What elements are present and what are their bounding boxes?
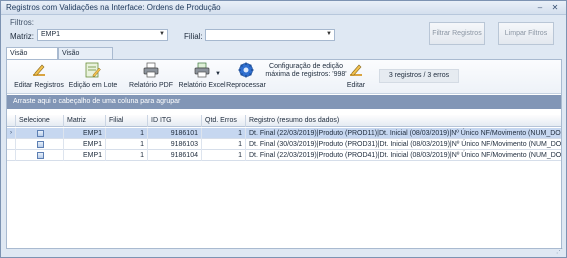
printer-icon (143, 62, 159, 78)
records-status-badge: 3 registros / 3 erros (379, 69, 459, 83)
table-row[interactable]: EMP1 1 9186103 1 Dt. Final (30/03/2019)|Prod… (7, 139, 561, 150)
filial-combo[interactable]: ▼ (205, 29, 335, 41)
batch-edit-button[interactable]: Edição em Lote (67, 62, 119, 92)
chevron-down-icon: ▼ (159, 31, 165, 37)
resize-grip-icon[interactable]: ⋰ (556, 247, 564, 255)
main-panel: Editar Registros Edição em Lote Relatóri… (6, 59, 562, 249)
select-checkbox-cell[interactable] (15, 150, 63, 161)
column-header-matriz[interactable]: Matriz (63, 115, 105, 127)
registro-cell: Dt. Final (22/03/2019)|Produto (PROD11)|… (245, 128, 561, 139)
grid-header: Selecione Matriz Filial ID ITG Qtd. Erro… (7, 115, 561, 127)
table-row[interactable]: EMP1 1 9186104 1 Dt. Final (22/03/2019)|Prod… (7, 150, 561, 161)
gear-icon (238, 62, 254, 78)
clear-filters-button[interactable]: Limpar Filtros (498, 22, 554, 45)
row-indicator-icon (7, 150, 15, 161)
close-button[interactable]: ✕ (550, 3, 560, 13)
excel-printer-icon (194, 62, 210, 78)
qtd-erros-cell: 1 (201, 139, 245, 150)
filial-cell: 1 (105, 139, 147, 150)
filter-records-button[interactable]: Filtrar Registros (429, 22, 485, 45)
row-checkbox[interactable] (36, 130, 44, 137)
qtd-erros-cell: 1 (201, 150, 245, 161)
edit-records-label: Editar Registros (14, 82, 64, 89)
registro-cell: Dt. Final (22/03/2019)|Produto (PROD41)|… (245, 150, 561, 161)
matriz-value: EMP1 (41, 31, 61, 38)
filters-title: Filtros: (10, 18, 34, 27)
excel-dropdown-icon[interactable]: ▼ (215, 71, 221, 77)
select-checkbox-cell[interactable] (15, 139, 63, 150)
matriz-label: Matriz: (10, 32, 34, 41)
excel-report-button[interactable]: Relatório Excel (175, 62, 229, 92)
column-header-id-itg[interactable]: ID ITG (147, 115, 201, 127)
batch-edit-label: Edição em Lote (68, 82, 118, 89)
column-header-qtd-erros[interactable]: Qtd. Erros (201, 115, 245, 127)
id-itg-cell: 9186104 (147, 150, 201, 161)
select-checkbox-cell[interactable] (15, 128, 63, 139)
filial-label: Filial: (184, 32, 203, 41)
row-checkbox[interactable] (36, 141, 44, 148)
table-row[interactable]: › EMP1 1 9186101 1 Dt. Final (22/03/2019)|Pro… (7, 128, 561, 139)
app-window: Registros com Validações na Interface: O… (0, 0, 567, 258)
matriz-cell: EMP1 (63, 128, 105, 139)
row-indicator-icon: › (10, 130, 12, 136)
pencil-edit-icon (33, 64, 45, 76)
id-itg-cell: 9186103 (147, 139, 201, 150)
group-by-panel[interactable]: Arraste aqui o cabeçalho de uma coluna p… (7, 95, 561, 109)
minimize-button[interactable]: – (535, 3, 545, 13)
qtd-erros-cell: 1 (201, 128, 245, 139)
id-itg-cell: 9186101 (147, 128, 201, 139)
column-header-filial[interactable]: Filial (105, 115, 147, 127)
pdf-report-button[interactable]: Relatório PDF (129, 62, 173, 92)
excel-report-label: Relatório Excel (178, 82, 226, 89)
filial-cell: 1 (105, 150, 147, 161)
reprocess-button[interactable]: Reprocessar (224, 62, 268, 92)
column-header-registro[interactable]: Registro (resumo dos dados) (245, 115, 561, 127)
matriz-combo[interactable]: EMP1 ▼ (37, 29, 168, 41)
max-edit-config-text: Configuração de edição máxima de registr… (265, 63, 347, 78)
column-header-selecione[interactable]: Selecione (15, 115, 63, 127)
row-indicator-icon (7, 139, 15, 150)
pencil-edit-icon (350, 64, 362, 76)
reprocess-label: Reprocessar (226, 82, 266, 89)
matriz-cell: EMP1 (63, 150, 105, 161)
registro-cell: Dt. Final (30/03/2019)|Produto (PROD31)|… (245, 139, 561, 150)
title-bar: Registros com Validações na Interface: O… (1, 1, 566, 15)
edit-label: Editar (346, 82, 366, 89)
row-checkbox[interactable] (36, 152, 44, 159)
edit-records-button[interactable]: Editar Registros (13, 62, 65, 92)
filial-cell: 1 (105, 128, 147, 139)
window-title: Registros com Validações na Interface: O… (6, 3, 221, 12)
chevron-down-icon: ▼ (326, 31, 332, 37)
matriz-cell: EMP1 (63, 139, 105, 150)
batch-edit-icon (85, 62, 101, 78)
pdf-report-label: Relatório PDF (129, 82, 173, 89)
edit-button[interactable]: Editar (345, 62, 367, 92)
toolbar: Editar Registros Edição em Lote Relatóri… (7, 60, 561, 94)
